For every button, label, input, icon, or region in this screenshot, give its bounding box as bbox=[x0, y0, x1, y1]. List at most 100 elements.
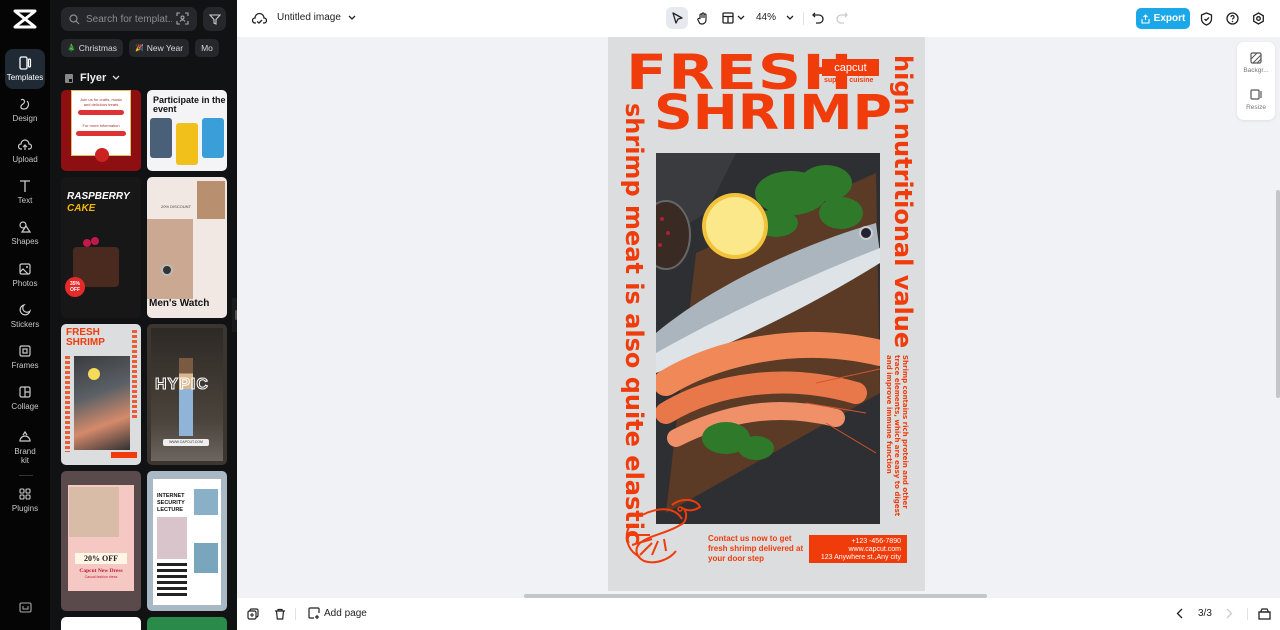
template-decor bbox=[65, 356, 70, 452]
template-card[interactable]: 20% OFF Capcut New Dress Casual fashion … bbox=[61, 471, 141, 611]
rail-item-stickers[interactable]: Stickers bbox=[5, 296, 45, 336]
template-card[interactable]: INTERNET SECURITY LECTURE bbox=[147, 471, 227, 611]
rail-label: Brand kit bbox=[14, 446, 36, 465]
poster-body-line: Shrimp contains rich protein and other bbox=[901, 355, 909, 509]
rail-item-photos[interactable]: Photos bbox=[5, 255, 45, 295]
cloud-sync-icon[interactable] bbox=[252, 11, 267, 25]
template-card[interactable] bbox=[147, 617, 227, 630]
rail-item-frames[interactable]: Frames bbox=[5, 337, 45, 377]
template-search-input[interactable]: Search for templat... bbox=[61, 7, 197, 31]
template-title: Men's Watch bbox=[149, 298, 210, 309]
document-title[interactable]: Untitled image bbox=[277, 12, 341, 23]
rail-item-brand-kit[interactable]: Brand kit bbox=[5, 424, 45, 470]
toolbar-divider bbox=[803, 12, 804, 25]
poster-vertical-left-text: shrimp meat is also quite elastic bbox=[620, 103, 648, 545]
rail-label: Collage bbox=[11, 402, 39, 411]
poster-photo[interactable] bbox=[656, 153, 880, 524]
export-button[interactable]: Export bbox=[1136, 8, 1190, 29]
poster-contact-box[interactable]: +123 -456-7890 www.capcut.com 123 Anywhe… bbox=[809, 535, 907, 563]
template-subtitle: Capcut New Dress bbox=[79, 568, 123, 574]
template-decor bbox=[69, 487, 119, 537]
add-page-label: Add page bbox=[324, 607, 367, 619]
trash-icon[interactable] bbox=[274, 608, 286, 620]
shield-check-icon[interactable] bbox=[1200, 12, 1213, 26]
keyboard-shortcuts-icon[interactable] bbox=[19, 602, 32, 613]
rail-item-design[interactable]: Design bbox=[5, 90, 45, 130]
template-badge: 20% DISCOUNT bbox=[161, 204, 192, 209]
rail-divider bbox=[19, 475, 33, 476]
rail-label: Design bbox=[12, 114, 38, 123]
undo-icon[interactable] bbox=[812, 12, 824, 24]
previous-page-icon[interactable] bbox=[1176, 608, 1183, 619]
poster-tagline[interactable]: superb cuisine bbox=[824, 77, 873, 84]
template-decor bbox=[83, 239, 91, 247]
poster-phone: +123 -456-7890 bbox=[851, 538, 901, 545]
zoom-level[interactable]: 44% bbox=[756, 12, 776, 23]
chip-label: New Year bbox=[146, 43, 184, 53]
template-card[interactable] bbox=[61, 617, 141, 630]
chip-christmas[interactable]: 🎄 Christmas bbox=[61, 39, 123, 57]
canvas-area[interactable]: FRESH SHRIMP capcut superb cuisine shrim… bbox=[237, 37, 1280, 598]
rail-label: Stickers bbox=[10, 320, 40, 329]
template-card[interactable]: RASPBERRY CAKE 35% OFF bbox=[61, 177, 141, 318]
side-tools-card: Backgr... Resize bbox=[1237, 42, 1275, 120]
rail-item-templates[interactable]: Templates bbox=[5, 49, 45, 89]
rail-label: Shapes bbox=[11, 237, 39, 246]
layout-dropdown[interactable] bbox=[719, 7, 747, 29]
rail-item-upload[interactable]: Upload bbox=[5, 131, 45, 171]
background-tool-button[interactable]: Backgr... bbox=[1237, 46, 1275, 78]
image-search-icon[interactable] bbox=[176, 12, 189, 25]
template-card[interactable]: Join us for crafts, music and delicious … bbox=[61, 90, 141, 171]
template-card-body: Join us for crafts, music and delicious … bbox=[71, 90, 131, 156]
poster-page[interactable]: FRESH SHRIMP capcut superb cuisine shrim… bbox=[608, 37, 925, 591]
category-dropdown[interactable]: Flyer bbox=[64, 72, 120, 84]
help-icon[interactable] bbox=[1226, 12, 1239, 25]
brand-kit-icon bbox=[19, 430, 31, 442]
bottom-bar: Add page 3/3 bbox=[237, 598, 1280, 630]
chevron-down-icon bbox=[112, 75, 120, 80]
template-decor bbox=[78, 110, 124, 115]
rail-item-plugins[interactable]: Plugins bbox=[5, 480, 45, 520]
rail-item-collage[interactable]: Collage bbox=[5, 378, 45, 418]
text-icon bbox=[20, 180, 30, 192]
export-label: Export bbox=[1153, 13, 1186, 24]
resize-tool-button[interactable]: Resize bbox=[1237, 84, 1275, 116]
page-manager-icon[interactable] bbox=[1258, 607, 1271, 620]
template-card[interactable]: HYPIC WWW.CAPCUT.COM bbox=[147, 324, 227, 465]
template-decor bbox=[176, 123, 198, 165]
poster-contact-text[interactable]: Contact us now to get fresh shrimp deliv… bbox=[708, 534, 813, 564]
poster-vertical-left[interactable]: shrimp meat is also quite elastic bbox=[620, 103, 652, 544]
template-card[interactable]: 20% DISCOUNT Men's Watch bbox=[147, 177, 227, 318]
chip-new-year[interactable]: 🎉 New Year bbox=[128, 39, 190, 57]
duplicate-page-icon[interactable] bbox=[247, 608, 259, 620]
rail-item-text[interactable]: Text bbox=[5, 172, 45, 212]
filter-button[interactable] bbox=[203, 7, 226, 31]
stickers-icon bbox=[19, 303, 32, 316]
template-decor bbox=[76, 131, 126, 136]
template-decor bbox=[197, 181, 225, 219]
template-card[interactable]: Participate in the event bbox=[147, 90, 227, 171]
add-page-button[interactable]: Add page bbox=[308, 607, 367, 619]
template-text: For more information bbox=[82, 123, 120, 128]
select-tool-button[interactable] bbox=[666, 7, 688, 29]
hand-icon bbox=[697, 11, 707, 25]
chevron-down-icon[interactable] bbox=[348, 15, 356, 21]
search-icon bbox=[69, 13, 80, 24]
poster-headline-shrimp[interactable]: SHRIMP bbox=[654, 89, 892, 137]
next-page-icon[interactable] bbox=[1226, 608, 1233, 619]
chip-more[interactable]: Mo bbox=[195, 39, 219, 57]
template-badge: 35% OFF bbox=[65, 277, 85, 297]
rail-label: Frames bbox=[11, 361, 39, 370]
template-card[interactable]: FRESH SHRIMP bbox=[61, 324, 141, 465]
rail-item-shapes[interactable]: Shapes bbox=[5, 213, 45, 253]
poster-brand-badge[interactable]: capcut bbox=[822, 59, 879, 76]
bottom-divider bbox=[1247, 608, 1248, 620]
capcut-logo-icon[interactable] bbox=[12, 8, 38, 30]
template-decor bbox=[91, 237, 99, 245]
seafood-photo-illustration bbox=[656, 153, 880, 524]
settings-icon[interactable] bbox=[1252, 12, 1265, 25]
redo-icon[interactable] bbox=[836, 12, 848, 24]
zoom-chevron-down-icon[interactable] bbox=[786, 15, 794, 21]
hand-tool-button[interactable] bbox=[692, 7, 714, 29]
vertical-scrollbar[interactable] bbox=[1276, 190, 1280, 398]
